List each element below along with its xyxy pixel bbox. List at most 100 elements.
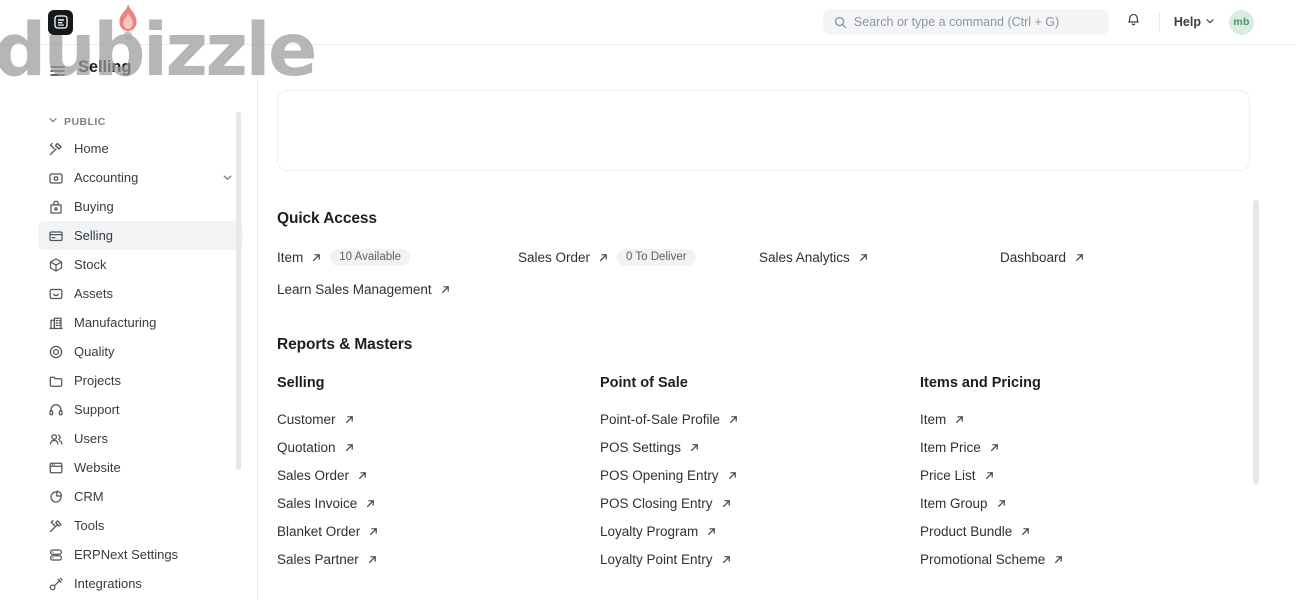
headset-icon xyxy=(48,402,64,418)
sidebar-item-users[interactable]: Users xyxy=(38,424,243,453)
sidebar-item-tools[interactable]: Tools xyxy=(38,511,243,540)
quick-access-link[interactable]: Learn Sales Management xyxy=(277,282,518,297)
navbar-right: Search or type a command (Ctrl + G) Help xyxy=(822,9,1296,35)
sidebar-item-manufacturing[interactable]: Manufacturing xyxy=(38,308,243,337)
reports-masters-link-label: Point-of-Sale Profile xyxy=(600,412,721,427)
quick-access-link[interactable]: Sales Analytics xyxy=(759,249,1000,266)
bell-icon xyxy=(1126,12,1141,32)
sidebar-item-buying[interactable]: Buying xyxy=(38,192,243,221)
tools-icon xyxy=(48,141,64,157)
external-link-icon xyxy=(984,470,995,481)
card-icon xyxy=(48,228,64,244)
help-menu-button[interactable]: Help xyxy=(1174,13,1215,31)
page-title: Selling xyxy=(78,58,132,76)
sidebar-section-label: PUBLIC xyxy=(64,115,106,128)
bag-icon xyxy=(48,199,64,215)
external-link-icon xyxy=(858,252,869,263)
sidebar-scrollbar[interactable] xyxy=(236,112,241,470)
sidebar-item-label: Assets xyxy=(74,286,114,301)
sidebar-item-stock[interactable]: Stock xyxy=(38,250,243,279)
reports-masters-link[interactable]: POS Closing Entry xyxy=(600,496,920,511)
sidebar-item-label: CRM xyxy=(74,489,104,504)
erpnext-logo-icon[interactable] xyxy=(48,9,73,35)
wallet-icon xyxy=(48,170,64,186)
quick-access-link[interactable]: Item 10 Available xyxy=(277,249,518,266)
sidebar-item-support[interactable]: Support xyxy=(38,395,243,424)
reports-masters-link[interactable]: Item Price xyxy=(920,440,1250,455)
reports-masters-link[interactable]: POS Opening Entry xyxy=(600,468,920,483)
sidebar-section-public[interactable]: PUBLIC xyxy=(38,112,243,131)
reports-masters-link-label: Loyalty Program xyxy=(600,524,699,539)
external-link-icon xyxy=(357,470,368,481)
external-link-icon xyxy=(706,526,717,537)
reports-masters-link[interactable]: Product Bundle xyxy=(920,524,1250,539)
chevron-down-icon xyxy=(48,115,58,128)
reports-masters-link[interactable]: Price List xyxy=(920,468,1250,483)
reports-masters-link-label: Blanket Order xyxy=(277,524,361,539)
reports-masters-link-label: Item Group xyxy=(920,496,988,511)
quick-access-link[interactable]: Sales Order 0 To Deliver xyxy=(518,249,759,266)
sidebar-item-quality[interactable]: Quality xyxy=(38,337,243,366)
external-link-icon xyxy=(989,442,1000,453)
sidebar-item-label: Projects xyxy=(74,373,121,388)
external-link-icon xyxy=(721,498,732,509)
reports-masters-link[interactable]: Blanket Order xyxy=(277,524,600,539)
external-link-icon xyxy=(440,284,451,295)
reports-masters-link[interactable]: Customer xyxy=(277,412,600,427)
reports-masters-link-label: Item xyxy=(920,412,947,427)
quick-access-section: Quick Access Item 10 Available Sales Orde… xyxy=(277,210,1250,297)
quick-access-title: Quick Access xyxy=(277,210,377,227)
quick-access-grid: Item 10 Available Sales Order 0 To Delive… xyxy=(277,249,1250,297)
reports-masters-link[interactable]: Item Group xyxy=(920,496,1250,511)
reports-masters-column-title: Point of Sale xyxy=(600,375,688,391)
reports-masters-link[interactable]: Point-of-Sale Profile xyxy=(600,412,920,427)
reports-masters-link-label: Price List xyxy=(920,468,976,483)
reports-masters-link[interactable]: Sales Invoice xyxy=(277,496,600,511)
sidebar-item-label: Quality xyxy=(74,344,115,359)
sidebar-item-integrations[interactable]: Integrations xyxy=(38,569,243,598)
search-input[interactable]: Search or type a command (Ctrl + G) xyxy=(822,9,1109,35)
quick-access-badge: 10 Available xyxy=(330,249,411,266)
reports-masters-link[interactable]: Promotional Scheme xyxy=(920,552,1250,567)
reports-masters-column: Point of Sale Point-of-Sale Profile POS … xyxy=(600,375,920,580)
reports-masters-column-title: Selling xyxy=(277,375,325,391)
sidebar-item-erpnext-settings[interactable]: ERPNext Settings xyxy=(38,540,243,569)
external-link-icon xyxy=(311,252,322,263)
reports-masters-link[interactable]: Quotation xyxy=(277,440,600,455)
hamburger-icon[interactable] xyxy=(50,64,65,82)
sidebar-item-accounting[interactable]: Accounting xyxy=(38,163,243,192)
users-icon xyxy=(48,431,64,447)
sidebar-item-label: Website xyxy=(74,460,121,475)
avatar-initials: mb xyxy=(1233,16,1250,28)
notifications-button[interactable] xyxy=(1123,11,1145,33)
sidebar-item-assets[interactable]: Assets xyxy=(38,279,243,308)
chevron-down-icon[interactable] xyxy=(221,171,234,184)
reports-masters-link[interactable]: POS Settings xyxy=(600,440,920,455)
reports-masters-link[interactable]: Sales Order xyxy=(277,468,600,483)
sidebar-item-home[interactable]: Home xyxy=(38,134,243,163)
quick-access-link-label: Sales Analytics xyxy=(759,250,850,265)
sidebar-item-crm[interactable]: CRM xyxy=(38,482,243,511)
sidebar-item-website[interactable]: Website xyxy=(38,453,243,482)
asset-icon xyxy=(48,286,64,302)
external-link-icon xyxy=(954,414,965,425)
sidebar-item-list: Home Accounting Buying Selling Stock Assets M… xyxy=(38,134,243,598)
reports-masters-link[interactable]: Loyalty Point Entry xyxy=(600,552,920,567)
quick-access-link[interactable]: Dashboard xyxy=(1000,249,1250,266)
sidebar-item-label: Integrations xyxy=(74,576,142,591)
reports-masters-link[interactable]: Loyalty Program xyxy=(600,524,920,539)
plug-icon xyxy=(48,576,64,592)
reports-masters-grid: Selling Customer Quotation Sales Order S… xyxy=(277,375,1250,580)
sidebar-item-label: Selling xyxy=(74,228,114,243)
avatar[interactable]: mb xyxy=(1229,9,1254,35)
sidebar-item-selling[interactable]: Selling xyxy=(38,221,243,250)
main-scrollbar[interactable] xyxy=(1253,200,1259,485)
reports-masters-link[interactable]: Item xyxy=(920,412,1250,427)
box-icon xyxy=(48,257,64,273)
external-link-icon xyxy=(365,498,376,509)
quick-access-link-label: Item xyxy=(277,250,304,265)
sidebar-item-projects[interactable]: Projects xyxy=(38,366,243,395)
search-icon xyxy=(834,16,847,29)
reports-masters-link[interactable]: Sales Partner xyxy=(277,552,600,567)
external-link-icon xyxy=(721,554,732,565)
